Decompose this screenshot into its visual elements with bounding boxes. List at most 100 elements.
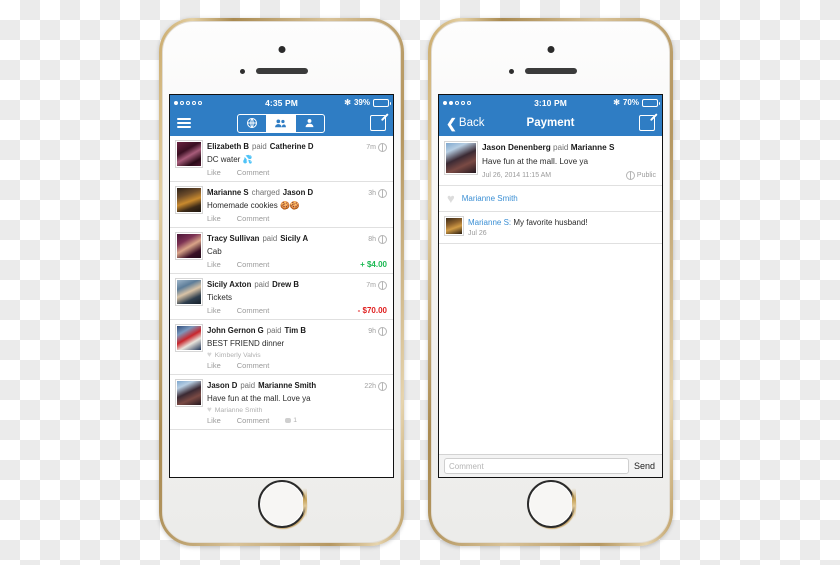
avatar[interactable] bbox=[176, 141, 202, 167]
story-participants: Sicily Axton paid Drew B 7m bbox=[207, 279, 387, 291]
story-body: Marianne Scharged Jason D 3h Homemade cooki… bbox=[207, 187, 387, 223]
like-button[interactable]: Like bbox=[207, 168, 221, 177]
story-note: Tickets bbox=[207, 292, 387, 304]
comment-button[interactable]: Comment bbox=[237, 214, 270, 223]
recipient-name[interactable]: Drew B bbox=[272, 279, 299, 290]
story-actions: Like Comment bbox=[207, 214, 387, 223]
feed-list-left[interactable]: Elizabeth Bpaid Catherine D 7m DC water 💦 Li… bbox=[170, 136, 393, 477]
earpiece-speaker bbox=[255, 68, 308, 74]
actor-name[interactable]: John Gernon G bbox=[207, 325, 264, 336]
recipient-name[interactable]: Sicily A bbox=[280, 233, 308, 244]
front-camera-icon bbox=[547, 46, 554, 53]
story-time: 8h bbox=[368, 234, 387, 245]
nav-bar-left bbox=[170, 110, 393, 136]
comment-author[interactable]: Marianne S: bbox=[468, 218, 511, 227]
chevron-left-icon: ❮ bbox=[446, 115, 457, 131]
payment-amount: - $70.00 bbox=[357, 306, 387, 315]
privacy-badge[interactable]: Public bbox=[625, 171, 656, 180]
comment-button[interactable]: Comment bbox=[237, 306, 270, 315]
recipient-name[interactable]: Marianne Smith bbox=[258, 380, 316, 391]
note-text: Have fun at the mall. Love ya bbox=[207, 394, 311, 403]
phone-body-left: 4:35 PM ✻ 39% Elizabeth B paid Catherine… bbox=[162, 21, 401, 543]
note-emoji: 💦 bbox=[242, 155, 253, 164]
actor-name[interactable]: Jason Denenberg bbox=[482, 143, 551, 152]
story-time: 22h bbox=[364, 381, 387, 392]
screen-left: 4:35 PM ✻ 39% Elizabeth B paid Catherine… bbox=[169, 94, 394, 478]
story-time: 9h bbox=[368, 326, 387, 337]
actor-name[interactable]: Jason D bbox=[207, 380, 237, 391]
payment-verb: paid bbox=[252, 142, 267, 151]
recipient-name[interactable]: Tim B bbox=[285, 325, 307, 336]
avatar[interactable] bbox=[445, 142, 477, 174]
story-item[interactable]: Marianne Scharged Jason D 3h Homemade cooki… bbox=[170, 182, 393, 228]
like-button[interactable]: Like bbox=[207, 306, 221, 315]
recipient-name[interactable]: Marianne S bbox=[571, 143, 615, 152]
feed-scope-segmented-control[interactable] bbox=[236, 113, 325, 133]
story-item[interactable]: Elizabeth Bpaid Catherine D 7m DC water 💦 Li… bbox=[170, 136, 393, 182]
battery-percent-label: 70% bbox=[622, 98, 639, 107]
send-button[interactable]: Send bbox=[634, 461, 657, 471]
comment-input[interactable]: Comment bbox=[444, 458, 629, 474]
screen-right: 3:10 PM ✻ 70% ❮ Back Payment Jason Denen… bbox=[438, 94, 663, 478]
hamburger-menu-icon[interactable] bbox=[177, 118, 191, 128]
like-button[interactable]: Like bbox=[207, 416, 221, 425]
payment-verb: paid bbox=[254, 280, 270, 289]
comment-button[interactable]: Comment bbox=[237, 361, 270, 370]
home-button[interactable] bbox=[257, 480, 307, 528]
compose-pencil-icon[interactable] bbox=[370, 115, 386, 131]
liker-name[interactable]: Marianne Smith bbox=[215, 407, 263, 414]
recipient-name[interactable]: Catherine D bbox=[270, 141, 314, 152]
story-participants: Jason Dpaid Marianne Smith 22h bbox=[207, 380, 387, 392]
like-button[interactable]: Like bbox=[207, 260, 221, 269]
liker-name[interactable]: Kimberly Valvis bbox=[215, 352, 261, 359]
avatar[interactable] bbox=[176, 233, 202, 259]
actor-name[interactable]: Sicily Axton bbox=[207, 279, 251, 290]
story-item[interactable]: Jason Dpaid Marianne Smith 22h Have fun at … bbox=[170, 375, 393, 430]
status-right-cluster: ✻ 39% bbox=[344, 98, 391, 107]
battery-percent-label: 39% bbox=[353, 98, 370, 107]
globe-icon bbox=[625, 171, 635, 180]
segment-personal[interactable] bbox=[296, 115, 324, 132]
liker-name[interactable]: Marianne Smith bbox=[462, 194, 518, 203]
recipient-name[interactable]: Jason D bbox=[283, 187, 313, 198]
back-button[interactable]: ❮ Back bbox=[446, 117, 484, 130]
avatar[interactable] bbox=[176, 279, 202, 305]
nav-bar-right: ❮ Back Payment bbox=[439, 110, 662, 136]
story-body: John Gernon Gpaid Tim B 9h BEST FRIEND dinn… bbox=[207, 325, 387, 370]
comment-button[interactable]: Comment bbox=[237, 168, 270, 177]
story-body: Elizabeth Bpaid Catherine D 7m DC water 💦 Li… bbox=[207, 141, 387, 177]
story-item[interactable]: Tracy Sullivan paid Sicily A 8h Cab Like Comme… bbox=[170, 228, 393, 274]
comment-item[interactable]: Marianne S: My favorite husband! Jul 26 bbox=[439, 212, 662, 244]
globe-icon bbox=[378, 189, 387, 198]
payment-meta: Jul 26, 2014 11:15 AM Public bbox=[482, 171, 656, 180]
story-actions: Like Comment bbox=[207, 168, 387, 177]
actor-name[interactable]: Elizabeth B bbox=[207, 141, 249, 152]
payment-participants: Jason Denenberg paid Marianne S bbox=[482, 142, 656, 154]
comment-button[interactable]: Comment bbox=[237, 260, 270, 269]
avatar[interactable] bbox=[176, 325, 202, 351]
like-row[interactable]: ♥ Marianne Smith bbox=[439, 186, 662, 212]
actor-name[interactable]: Tracy Sullivan bbox=[207, 233, 259, 244]
segment-friends[interactable] bbox=[266, 114, 296, 132]
comment-body: My favorite husband! bbox=[513, 218, 588, 227]
story-liker: ♥ Marianne Smith bbox=[207, 406, 387, 414]
avatar[interactable] bbox=[445, 217, 463, 235]
battery-icon bbox=[642, 98, 660, 107]
comment-button[interactable]: Comment bbox=[237, 416, 270, 425]
story-actions: Like Comment - $70.00 bbox=[207, 306, 387, 315]
avatar[interactable] bbox=[176, 380, 202, 406]
segment-globe-public[interactable] bbox=[238, 114, 267, 132]
globe-icon bbox=[378, 281, 387, 290]
proximity-sensor-icon bbox=[239, 69, 245, 74]
home-button[interactable] bbox=[526, 480, 576, 528]
story-item[interactable]: John Gernon Gpaid Tim B 9h BEST FRIEND dinn… bbox=[170, 320, 393, 375]
earpiece-speaker bbox=[524, 68, 577, 74]
compose-pencil-icon[interactable] bbox=[639, 115, 655, 131]
like-button[interactable]: Like bbox=[207, 214, 221, 223]
like-button[interactable]: Like bbox=[207, 361, 221, 370]
actor-name[interactable]: Marianne S bbox=[207, 187, 249, 198]
story-body: Sicily Axton paid Drew B 7m Tickets Like Comme… bbox=[207, 279, 387, 315]
story-item[interactable]: Sicily Axton paid Drew B 7m Tickets Like Comme… bbox=[170, 274, 393, 320]
heart-icon: ♥ bbox=[207, 405, 212, 414]
avatar[interactable] bbox=[176, 187, 202, 213]
